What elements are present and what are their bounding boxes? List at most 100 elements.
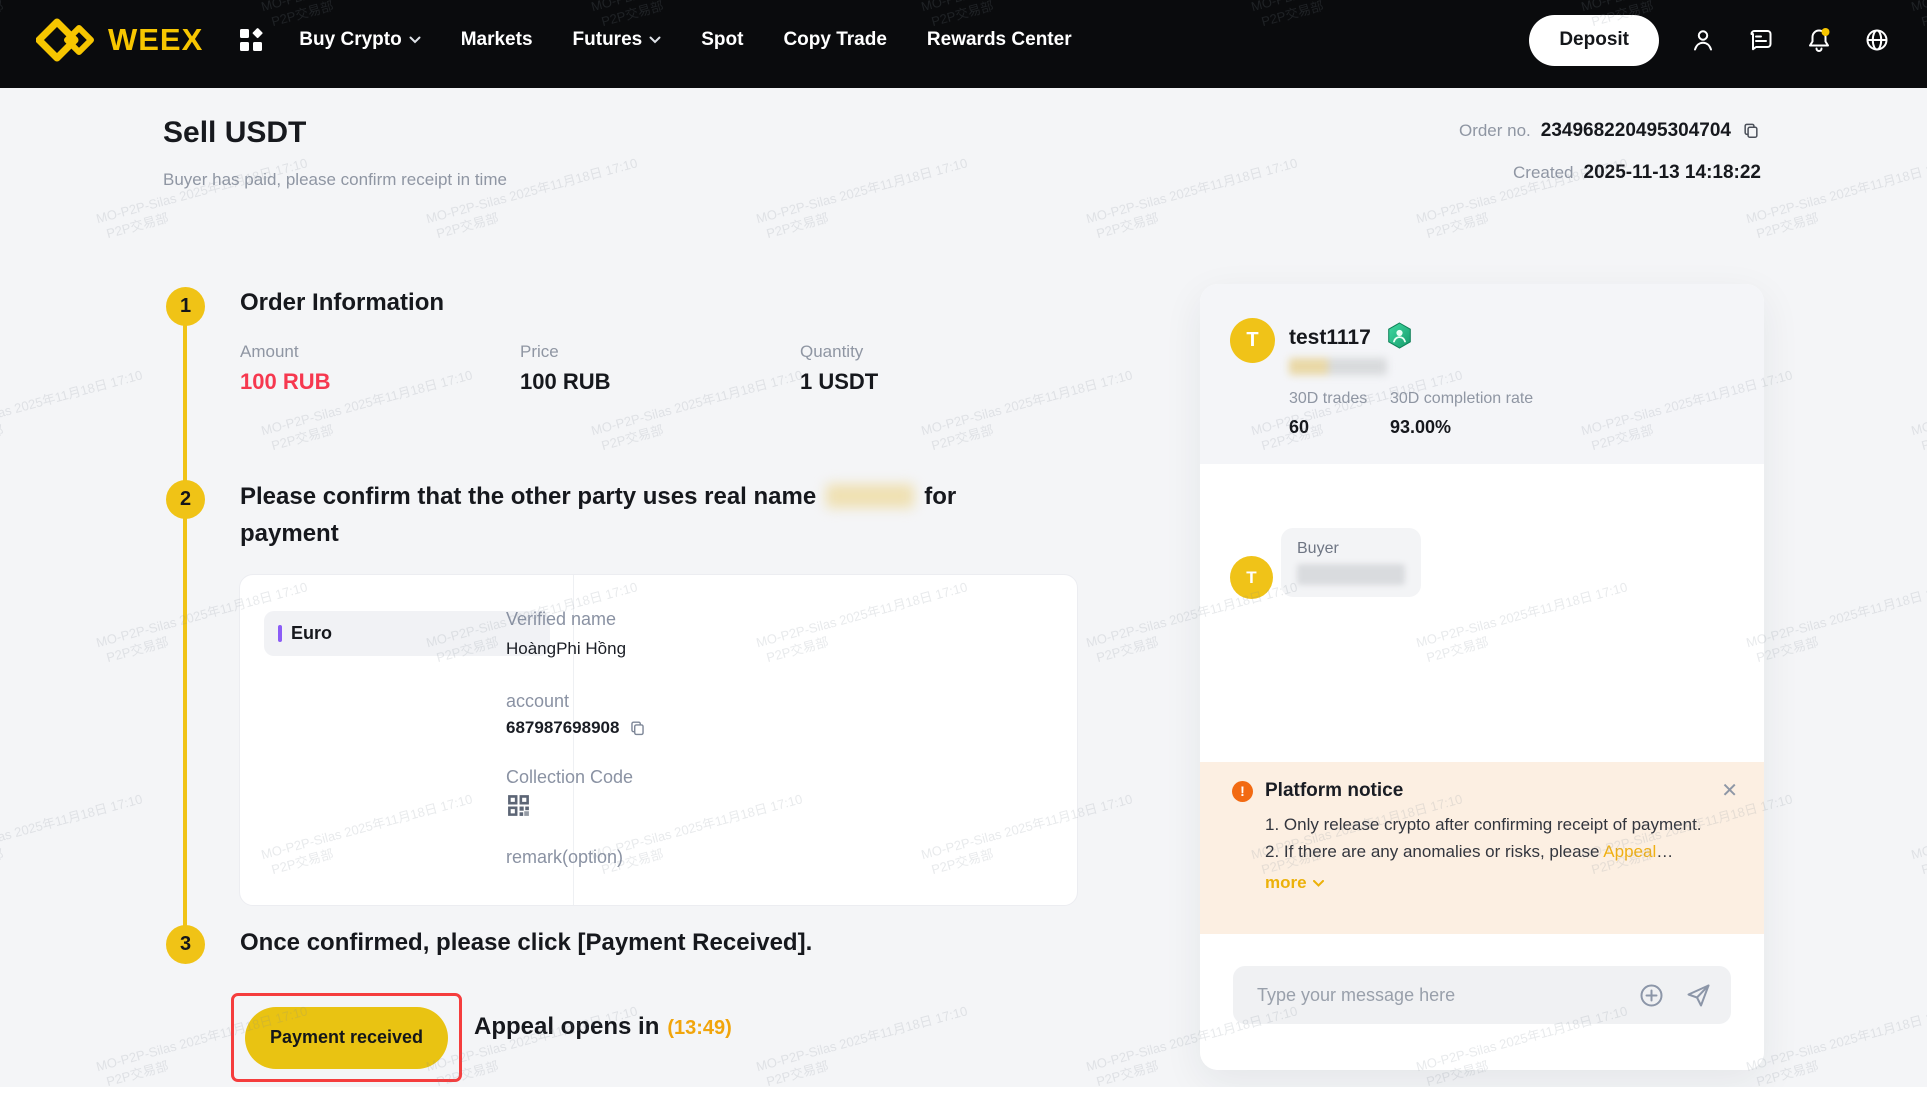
watermark-text: MO-P2P-Silas 2025年11月18日 17:10P2P交易部 [1909,790,1927,879]
send-message-icon[interactable] [1685,982,1712,1009]
step-2-badge: 2 [166,480,205,519]
redacted-message-content [1297,564,1405,585]
notice-line2-text: 2. If there are any anomalies or risks, … [1265,842,1603,861]
step-2-title-before: Please confirm that the other party uses… [240,483,816,510]
watermark-text: MO-P2P-Silas 2025年11月18日 17:10P2P交易部 [94,154,313,243]
step-3-badge: 3 [166,925,205,964]
message-input-wrap [1233,966,1731,1024]
verified-name-label: Verified name [506,609,616,630]
watermark-text: MO-P2P-Silas 2025年11月18日 17:10P2P交易部 [754,1002,973,1091]
deposit-button[interactable]: Deposit [1529,15,1659,66]
redacted-real-name [826,484,914,508]
close-notice-icon[interactable]: ✕ [1721,778,1738,803]
attach-plus-icon[interactable] [1638,982,1665,1009]
stat-30d-trades-label: 30D trades [1289,390,1367,408]
account-row: 687987698908 [506,718,647,738]
order-no-row: Order no. 234968220495304704 [1459,120,1761,142]
stat-30d-trades-value: 60 [1289,417,1367,438]
buyer-sender-label: Buyer [1297,540,1405,558]
chat-input-area [1200,934,1764,1070]
watermark-text: MO-P2P-Silas 2025年11月18日 17:10P2P交易部 [1084,154,1303,243]
nav-copy-trade-label: Copy Trade [783,29,886,51]
created-row: Created 2025-11-13 14:18:22 [1513,162,1761,184]
page-title: Sell USDT [163,116,306,150]
collection-code-qr-icon[interactable] [506,793,531,818]
price-value: 100 RUB [520,369,610,395]
message-input[interactable] [1257,966,1627,1024]
appeal-timer: (13:49) [667,1017,731,1040]
order-meta: Order no. 234968220495304704 Created 202… [1459,120,1761,184]
platform-notice: ! Platform notice ✕ 1. Only release cryp… [1200,762,1764,934]
main-nav: Buy Crypto Markets Futures Spot Copy Tra… [299,29,1071,51]
chat-messages: T Buyer [1200,464,1764,762]
quantity-field: Quantity 1 USDT [800,342,878,395]
buyer-message-bubble: Buyer [1281,528,1421,597]
footer-strip [0,1087,1927,1108]
appeal-countdown: Appeal opens in (13:49) [474,1013,732,1041]
account-value: 687987698908 [506,718,619,738]
method-name: Euro [291,623,332,644]
counterparty-avatar[interactable]: T [1230,318,1275,363]
remark-label: remark(option) [506,847,623,868]
notification-dot [1822,28,1830,36]
collection-code-label: Collection Code [506,767,633,788]
counterparty-username[interactable]: test1117 [1289,326,1371,350]
nav-buy-crypto[interactable]: Buy Crypto [299,29,420,51]
watermark-text: MO-P2P-Silas 2025年11月18日 17:10P2P交易部 [754,154,973,243]
watermark-text: MO-P2P-Silas 2025年11月18日 17:10P2P交易部 [424,154,643,243]
steps-rail [183,306,187,944]
chevron-down-icon [409,36,421,44]
warning-icon: ! [1232,781,1253,802]
notice-more-toggle[interactable]: more [1265,873,1738,893]
platform-notice-body: 1. Only release crypto after confirming … [1265,811,1717,865]
payment-received-button[interactable]: Payment received [245,1007,448,1069]
nav-spot-label: Spot [701,29,743,51]
nav-buy-crypto-label: Buy Crypto [299,29,401,51]
top-navbar: WEEX Buy Crypto Markets Futures Spot [0,0,1927,88]
nav-markets[interactable]: Markets [461,29,533,51]
p2p-order-page: MO-P2P-Silas 2025年11月18日 17:10P2P交易部 MO-P… [0,0,1927,1108]
counterparty-info: T test1117 30D trades 60 30D completion … [1200,284,1764,464]
orders-chat-icon[interactable] [1747,26,1775,54]
copy-account-icon[interactable] [628,719,647,738]
watermark-text: MO-P2P-Silas 2025年11月18日 17:10P2P交易部 [1744,578,1927,667]
brand-name: WEEX [108,22,203,58]
stat-30d-completion: 30D completion rate 93.00% [1390,390,1533,438]
quantity-label: Quantity [800,342,878,362]
appeal-link[interactable]: Appeal [1603,842,1656,861]
verified-name-value: HoàngPhi Hồng [506,639,626,659]
notice-line2-suffix: … [1656,842,1673,861]
nav-rewards-center[interactable]: Rewards Center [927,29,1072,51]
order-no-label: Order no. [1459,121,1531,141]
payment-details-card: Euro Verified name HoàngPhi Hồng account… [239,574,1078,906]
redacted-contact [1289,358,1387,375]
amount-label: Amount [240,342,330,362]
watermark-text: MO-P2P-Silas 2025年11月18日 17:10P2P交易部 [0,366,149,455]
apps-grid-icon[interactable] [237,26,265,54]
language-globe-icon[interactable] [1863,26,1891,54]
notifications-bell-icon[interactable] [1805,26,1833,54]
nav-rewards-center-label: Rewards Center [927,29,1072,51]
step-1-badge: 1 [166,287,205,326]
order-no-value: 234968220495304704 [1541,120,1731,142]
amount-field: Amount 100 RUB [240,342,330,395]
appeal-opens-text: Appeal opens in [474,1013,659,1041]
nav-copy-trade[interactable]: Copy Trade [783,29,886,51]
nav-futures[interactable]: Futures [573,29,662,51]
profile-icon[interactable] [1689,26,1717,54]
notice-line1: 1. Only release crypto after confirming … [1265,815,1702,834]
stat-30d-completion-label: 30D completion rate [1390,390,1533,408]
watermark-text: MO-P2P-Silas 2025年11月18日 17:10P2P交易部 [1744,154,1927,243]
watermark-text: MO-P2P-Silas 2025年11月18日 17:10P2P交易部 [1744,1002,1927,1091]
weex-logo[interactable]: WEEX [36,18,203,62]
stat-30d-completion-value: 93.00% [1390,417,1533,438]
nav-spot[interactable]: Spot [701,29,743,51]
step-2-title: Please confirm that the other party uses… [240,478,1040,552]
chevron-down-icon [649,36,661,44]
verified-merchant-badge-icon [1386,322,1413,349]
quantity-value: 1 USDT [800,369,878,395]
account-label: account [506,691,569,712]
weex-logo-icon [36,18,98,62]
copy-order-no-icon[interactable] [1741,121,1761,141]
method-active-indicator [278,625,282,642]
